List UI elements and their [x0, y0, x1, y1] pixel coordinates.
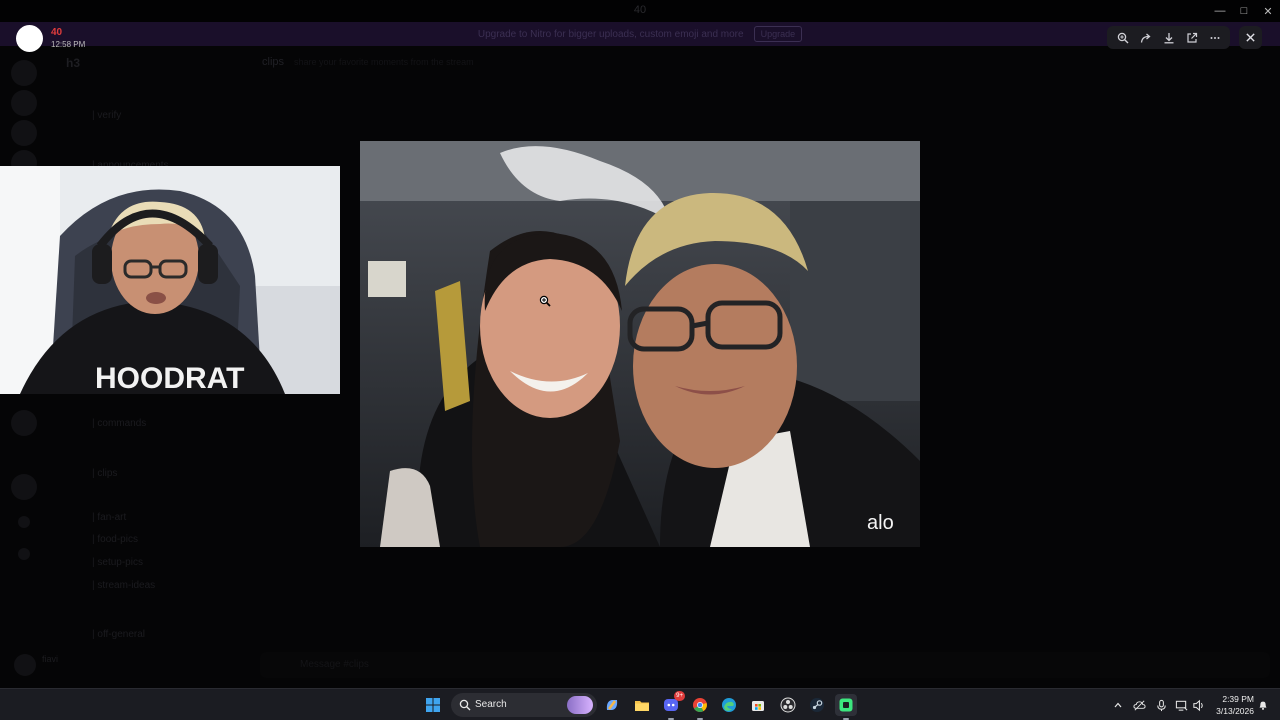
search-highlight-icon: [567, 696, 593, 714]
add-server-icon[interactable]: [18, 516, 30, 528]
server-icon[interactable]: [11, 410, 37, 436]
screen: 40 — □ ✕ Upgrade to Nitro for bigger upl…: [0, 0, 1280, 720]
obs-icon[interactable]: [777, 694, 799, 716]
search-label: Search: [475, 699, 507, 710]
store-icon[interactable]: [747, 694, 769, 716]
avatar[interactable]: [14, 654, 36, 676]
viewer-image[interactable]: alo: [360, 141, 920, 547]
download-icon[interactable]: [1159, 28, 1179, 48]
banner-button[interactable]: Upgrade: [753, 26, 803, 42]
svg-text:HOODRAT: HOODRAT: [95, 362, 244, 394]
server-icon[interactable]: [11, 474, 37, 500]
notification-bell-icon[interactable]: [1256, 698, 1270, 712]
clock-date: 3/13/2026: [1216, 706, 1254, 716]
channel-item[interactable]: | stream-ideas: [92, 580, 155, 591]
close-viewer-button[interactable]: [1239, 26, 1262, 49]
taskbar-clock[interactable]: 2:39 PM 3/13/2026: [1212, 693, 1254, 717]
steam-icon[interactable]: [806, 694, 828, 716]
microphone-icon[interactable]: [1154, 698, 1168, 712]
channel-title: clips: [262, 56, 285, 68]
edge-icon[interactable]: [718, 694, 740, 716]
user-name: fiavi: [42, 654, 59, 664]
server-icon[interactable]: [11, 60, 37, 86]
photo-watermark: alo: [867, 512, 894, 534]
uploader-avatar[interactable]: [16, 25, 43, 52]
channel-item[interactable]: | fan-art: [92, 512, 126, 523]
volume-icon[interactable]: [1191, 698, 1205, 712]
discord-icon[interactable]: 9+: [660, 691, 685, 720]
minimize-icon[interactable]: —: [1208, 0, 1232, 22]
channel-item[interactable]: | verify: [92, 110, 121, 121]
app-icon[interactable]: [835, 694, 857, 720]
viewer-toolbar: [1107, 26, 1230, 49]
cloud-icon[interactable]: [1132, 698, 1146, 712]
network-icon[interactable]: [1174, 698, 1188, 712]
server-icon[interactable]: [11, 90, 37, 116]
clock-time: 2:39 PM: [1222, 694, 1254, 704]
message-input[interactable]: Message #clips: [260, 652, 1270, 678]
chrome-icon[interactable]: [689, 694, 711, 720]
window-controls: — □ ✕: [1208, 0, 1280, 22]
zoom-cursor-icon: [539, 295, 551, 307]
search-icon: [459, 699, 471, 711]
window-titlebar: 40 — □ ✕: [0, 0, 1280, 22]
nitro-banner: Upgrade to Nitro for bigger uploads, cus…: [0, 22, 1280, 46]
close-icon: [1246, 33, 1255, 42]
start-icon[interactable]: [422, 694, 444, 716]
channel-item[interactable]: | commands: [92, 418, 146, 429]
window-title: 40: [633, 4, 647, 16]
server-name[interactable]: h3: [66, 56, 80, 70]
discord-badge: 9+: [674, 691, 685, 701]
taskbar: Search 9+ 2:39 PM 3/13/2026: [0, 688, 1280, 720]
channel-item[interactable]: | clips: [92, 468, 117, 479]
server-icon[interactable]: [11, 120, 37, 146]
channel-header: clips share your favorite moments from t…: [262, 52, 474, 72]
taskbar-search[interactable]: Search: [451, 693, 597, 717]
window-close-icon[interactable]: ✕: [1256, 0, 1280, 22]
channel-item[interactable]: | food-pics: [92, 534, 138, 545]
channel-item[interactable]: | setup-pics: [92, 557, 143, 568]
explore-icon[interactable]: [18, 548, 30, 560]
more-icon[interactable]: [1205, 28, 1225, 48]
banner-text: Upgrade to Nitro for bigger uploads, cus…: [477, 28, 744, 40]
open-external-icon[interactable]: [1182, 28, 1202, 48]
uploader-name[interactable]: 40: [51, 27, 62, 38]
forward-icon[interactable]: [1136, 28, 1156, 48]
copilot-icon[interactable]: [601, 694, 623, 716]
webcam-overlay: HOODRAT: [0, 166, 340, 394]
maximize-icon[interactable]: □: [1232, 0, 1256, 22]
upload-time: 12:58 PM: [51, 40, 86, 49]
message-placeholder: Message #clips: [300, 659, 369, 670]
zoom-in-icon[interactable]: [1113, 28, 1133, 48]
channel-item[interactable]: | off-general: [92, 629, 145, 640]
channel-topic: share your favorite moments from the str…: [294, 57, 474, 67]
user-panel: fiavi: [10, 652, 250, 678]
file-explorer-icon[interactable]: [631, 694, 653, 716]
chevron-up-icon[interactable]: [1111, 698, 1125, 712]
